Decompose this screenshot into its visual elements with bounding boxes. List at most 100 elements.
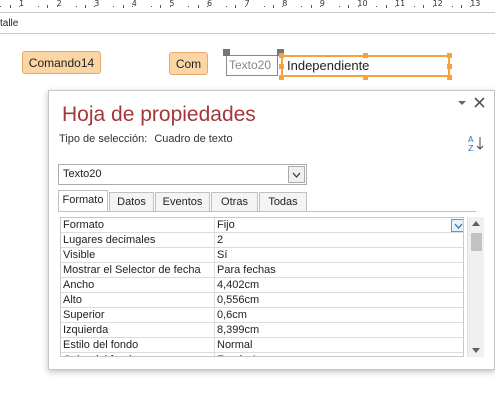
resize-handle[interactable] (447, 75, 452, 80)
ruler-number: 11 (395, 0, 406, 8)
label-texto20[interactable]: Texto20 (226, 55, 278, 76)
property-sheet-panel: Hoja de propiedades Tipo de selección: C… (48, 90, 495, 370)
property-row[interactable]: Mostrar el Selector de fecha Para fechas (61, 263, 463, 278)
property-row[interactable]: Visible Sí (61, 248, 463, 263)
ruler-tick (113, 6, 115, 7)
ruler-tick (470, 6, 472, 7)
move-handle-label[interactable] (223, 49, 230, 56)
ruler-tick (85, 5, 86, 8)
property-row[interactable]: Superior 0,6cm (61, 308, 463, 323)
resize-handle[interactable] (279, 64, 284, 69)
ruler-tick (263, 6, 265, 7)
property-value[interactable]: 0,6cm (217, 309, 247, 321)
command-button-com[interactable]: Com (169, 52, 208, 75)
ruler-tick (451, 6, 453, 7)
resize-handle[interactable] (279, 53, 284, 58)
ruler-tick (19, 6, 21, 7)
property-row[interactable]: Formato Fijo (61, 218, 463, 233)
property-name: Visible (63, 249, 96, 261)
ruler-tick (244, 6, 246, 7)
column-divider (214, 338, 215, 353)
scroll-thumb[interactable] (471, 233, 482, 251)
property-row[interactable]: Ancho 4,402cm (61, 278, 463, 293)
ruler-tick (94, 6, 96, 7)
svg-text:A: A (468, 135, 474, 144)
ruler-tick (188, 6, 190, 7)
resize-handle[interactable] (363, 75, 368, 80)
command-button-comando14[interactable]: Comando14 (22, 51, 101, 74)
property-value[interactable]: 0,556cm (217, 294, 259, 306)
property-name: Alto (63, 294, 82, 306)
property-value[interactable]: 8,399cm (217, 324, 259, 336)
property-value[interactable]: Fondo 1 (217, 354, 257, 356)
ruler-number: 13 (470, 0, 481, 8)
ruler-tick (132, 6, 133, 7)
property-name: Mostrar el Selector de fecha (63, 264, 201, 276)
tab-datos[interactable]: Datos (109, 192, 154, 212)
textbox-independiente[interactable]: Independiente (281, 55, 450, 77)
ruler-tick (461, 5, 462, 8)
property-row[interactable]: Color del fondo Fondo 1 (61, 353, 463, 356)
ruler-tick (56, 6, 58, 7)
tab-todas[interactable]: Todas (259, 192, 307, 212)
section-label: talle (0, 18, 19, 29)
resize-handle[interactable] (447, 64, 452, 69)
svg-text:Z: Z (468, 144, 474, 152)
object-selector-combo[interactable]: Texto20 (58, 164, 307, 185)
ruler-tick (226, 6, 227, 7)
scroll-up-icon[interactable] (472, 221, 480, 226)
ruler-tick (395, 6, 397, 7)
property-name: Izquierda (63, 324, 109, 336)
scroll-down-icon[interactable] (472, 348, 480, 353)
property-value[interactable]: Sí (217, 249, 227, 261)
ruler-tick (432, 6, 434, 7)
property-value[interactable]: 4,402cm (217, 279, 259, 291)
tab-formato[interactable]: Formato (58, 190, 108, 212)
ruler-tick (122, 5, 124, 8)
ruler-number: 12 (432, 0, 443, 8)
ruler-tick (160, 5, 162, 8)
column-divider (214, 218, 215, 233)
resize-handle[interactable] (279, 75, 284, 80)
sort-az-icon[interactable]: A Z (467, 134, 485, 153)
ruler-tick (38, 6, 39, 7)
property-value[interactable]: Normal (217, 339, 252, 351)
tab-eventos[interactable]: Eventos (155, 192, 210, 212)
property-value[interactable]: 2 (217, 234, 223, 246)
resize-handle[interactable] (363, 53, 368, 58)
property-row[interactable]: Izquierda 8,399cm (61, 323, 463, 338)
property-name: Lugares decimales (63, 234, 156, 246)
property-row[interactable]: Alto 0,556cm (61, 293, 463, 308)
ruler-tick (423, 5, 425, 8)
chevron-down-icon[interactable] (451, 219, 463, 232)
column-divider (214, 248, 215, 263)
ruler-tick (385, 5, 387, 8)
tab-otras[interactable]: Otras (211, 192, 258, 212)
chevron-down-icon[interactable] (288, 166, 305, 183)
ruler-tick (150, 6, 152, 7)
ruler-number: 10 (357, 0, 368, 8)
close-icon[interactable] (474, 97, 485, 111)
ruler-tick (282, 6, 284, 7)
property-value[interactable]: Para fechas (217, 264, 276, 276)
column-divider (214, 323, 215, 338)
property-value[interactable]: Fijo (217, 219, 235, 231)
ruler-tick (207, 6, 209, 7)
property-grid: Formato Fijo Lugares decimales 2 Visible Sí Mo… (60, 217, 464, 357)
resize-handle[interactable] (447, 53, 452, 58)
property-row[interactable]: Lugares decimales 2 (61, 233, 463, 248)
column-divider (214, 278, 215, 293)
property-name: Estilo del fondo (63, 339, 139, 351)
property-row[interactable]: Estilo del fondo Normal (61, 338, 463, 353)
tab-divider (58, 211, 476, 212)
ruler-tick (301, 6, 303, 7)
property-name: Superior (63, 309, 105, 321)
ruler-tick (169, 6, 171, 7)
chevron-down-icon[interactable] (457, 97, 467, 111)
ruler-tick (357, 6, 359, 7)
section-header-bar[interactable]: talle (0, 12, 495, 34)
column-divider (214, 293, 215, 308)
ruler-tick (235, 5, 237, 8)
property-grid-scrollbar[interactable] (467, 217, 484, 357)
horizontal-ruler: 1 2 3 4 5 6 7 8 9 10 11 12 13 (0, 0, 495, 12)
